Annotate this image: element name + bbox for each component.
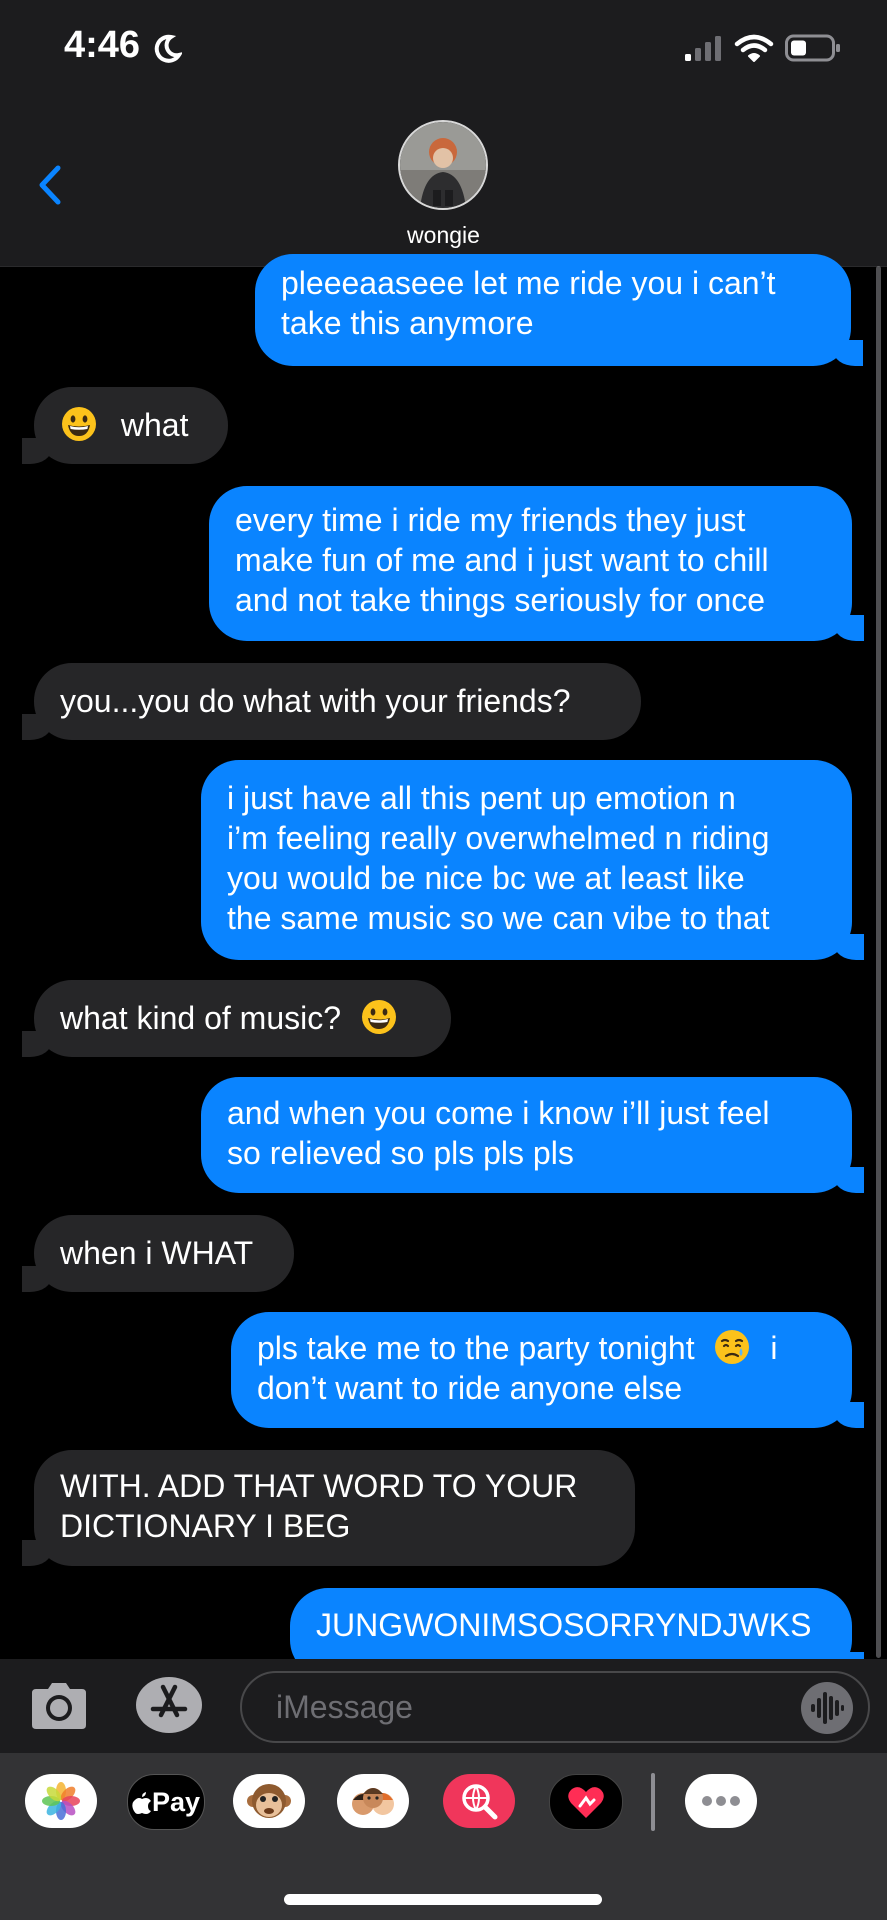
message-line: pls take me to the party tonight xyxy=(257,1330,695,1366)
message-line: WITH. ADD THAT WORD TO YOUR xyxy=(60,1468,578,1504)
message-line: what kind of music? xyxy=(60,1000,342,1036)
battery-icon xyxy=(785,34,840,62)
apple-logo-icon xyxy=(132,1792,151,1814)
app-strip-divider xyxy=(651,1773,655,1831)
grinning-face-emoji xyxy=(361,1000,396,1034)
app-store-icon[interactable] xyxy=(133,1675,205,1735)
message-bubble-received[interactable]: what kind of music? xyxy=(22,980,451,1057)
message-line: make fun of me and i just want to chill xyxy=(235,542,769,578)
message-line: don’t want to ride anyone else xyxy=(257,1370,683,1406)
message-bubble-received[interactable]: what xyxy=(22,387,228,464)
message-line: i’m feeling really overwhelmed n riding xyxy=(227,820,770,856)
message-line: every time i ride my friends they just xyxy=(235,502,746,538)
monkey-face xyxy=(247,1784,291,1818)
apple-pay-label: Pay xyxy=(151,1786,201,1817)
message-line: the same music so we can vibe to that xyxy=(227,900,770,936)
photos-flower xyxy=(42,1782,80,1820)
message-line: you would be nice bc we at least like xyxy=(227,860,745,896)
globe-search xyxy=(462,1784,498,1820)
contact-name[interactable]: wongie xyxy=(0,222,887,249)
message-line: i xyxy=(770,1330,778,1366)
conversation-header: 4:46 wongie xyxy=(0,0,887,267)
heart-touch xyxy=(568,1787,604,1818)
message-line: what xyxy=(120,407,189,443)
back-chevron-icon[interactable] xyxy=(30,160,70,210)
search-images-icon[interactable] xyxy=(443,1774,515,1828)
message-line: and when you come i know i’ll just feel xyxy=(227,1095,770,1131)
message-line: pleeeaaseee let me ride you i can’t xyxy=(281,265,776,301)
avatar[interactable] xyxy=(398,120,488,210)
photos-icon[interactable] xyxy=(25,1774,97,1828)
digital-touch-icon[interactable] xyxy=(549,1774,623,1830)
home-indicator[interactable] xyxy=(284,1894,602,1905)
message-line: DICTIONARY I BEG xyxy=(60,1508,351,1544)
input-bar xyxy=(0,1659,887,1753)
voice-waveform-icon[interactable] xyxy=(800,1681,854,1735)
status-time: 4:46 xyxy=(64,24,141,66)
message-bubble-sent[interactable]: i just have all this pent up emotion n i… xyxy=(201,760,864,960)
ellipsis-icon xyxy=(702,1796,740,1806)
grinning-face-emoji xyxy=(62,407,96,441)
wifi-icon xyxy=(734,34,774,62)
face-holding-back-tears-emoji xyxy=(715,1330,750,1364)
message-line: JUNGWONIMSOSORRYNDJWKS xyxy=(316,1607,812,1643)
message-bubble-received[interactable]: you...you do what with your friends? xyxy=(22,663,641,740)
message-bubble-received[interactable]: WITH. ADD THAT WORD TO YOUR DICTIONARY I… xyxy=(22,1450,635,1566)
avatar-photo xyxy=(400,122,486,208)
signal-icon xyxy=(685,36,721,61)
message-line: i just have all this pent up emotion n xyxy=(227,780,736,816)
message-bubble-received[interactable]: when i WHAT xyxy=(22,1215,294,1292)
moon-icon xyxy=(154,34,182,63)
message-bubble-sent[interactable]: and when you come i know i’ll just feel … xyxy=(201,1077,864,1193)
message-line: when i WHAT xyxy=(60,1235,254,1271)
camera-icon[interactable] xyxy=(30,1679,88,1731)
message-line: take this anymore xyxy=(281,305,534,341)
more-apps-icon[interactable] xyxy=(685,1774,757,1828)
message-line: you...you do what with your friends? xyxy=(60,683,571,719)
imessage-input[interactable] xyxy=(240,1671,870,1743)
message-line: and not take things seriously for once xyxy=(235,582,766,618)
message-bubble-sent[interactable]: every time i ride my friends they just m… xyxy=(209,486,864,641)
memoji-stickers-icon[interactable] xyxy=(337,1774,409,1828)
message-line: so relieved so pls pls pls xyxy=(227,1135,574,1171)
memoji-faces xyxy=(352,1788,394,1815)
monkey-memoji-icon[interactable] xyxy=(233,1774,305,1828)
scroll-indicator[interactable] xyxy=(876,266,881,1658)
app-strip: Pay xyxy=(0,1753,887,1920)
message-bubble-sent[interactable]: pls take me to the party tonight i don’t… xyxy=(231,1312,864,1428)
apple-pay-icon[interactable]: Pay xyxy=(127,1774,205,1830)
message-bubble-sent[interactable]: pleeeaaseee let me ride you i can’t take… xyxy=(255,254,863,366)
